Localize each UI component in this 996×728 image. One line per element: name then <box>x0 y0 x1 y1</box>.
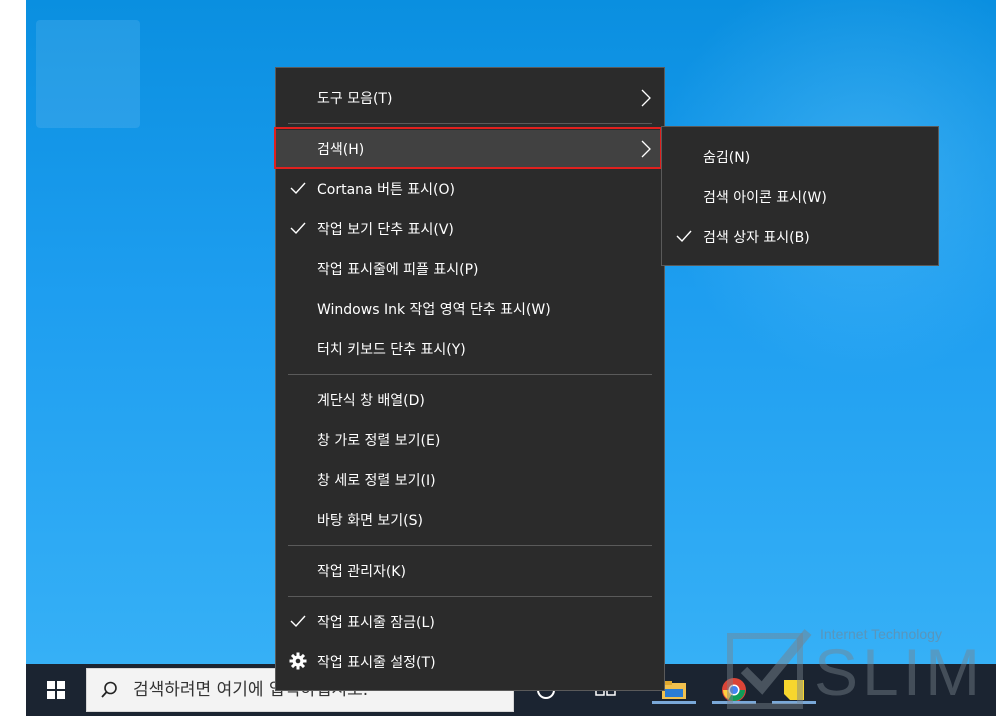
menu-item-label: 도구 모음(T) <box>317 91 393 107</box>
chevron-right-icon <box>641 89 651 107</box>
menu-separator <box>288 545 652 546</box>
taskbar-context-menu: 도구 모음(T) 검색(H) Cortana 버튼 표시(O) 작업 보기 단추… <box>275 67 665 691</box>
menu-item-label: 작업 관리자(K) <box>317 564 406 580</box>
menu-item-label: 작업 표시줄 잠금(L) <box>317 615 435 631</box>
menu-item-toolbars[interactable]: 도구 모음(T) <box>276 79 664 117</box>
submenu-item-show-search-icon[interactable]: 검색 아이콘 표시(W) <box>662 178 938 216</box>
checkmark-icon <box>290 615 306 628</box>
search-icon <box>87 680 131 700</box>
menu-separator <box>288 123 652 124</box>
menu-item-show-windows-side-by-side[interactable]: 창 세로 정렬 보기(I) <box>276 461 664 499</box>
start-button[interactable] <box>26 664 86 716</box>
menu-separator <box>288 374 652 375</box>
windows-logo-icon <box>47 681 65 699</box>
search-submenu: 숨김(N) 검색 아이콘 표시(W) 검색 상자 표시(B) <box>661 126 939 266</box>
menu-item-label: 작업 보기 단추 표시(V) <box>317 222 454 238</box>
menu-item-show-touch-keyboard[interactable]: 터치 키보드 단추 표시(Y) <box>276 330 664 368</box>
menu-item-cascade-windows[interactable]: 계단식 창 배열(D) <box>276 381 664 419</box>
menu-item-show-windows-ink[interactable]: Windows Ink 작업 영역 단추 표시(W) <box>276 290 664 328</box>
menu-item-show-cortana-button[interactable]: Cortana 버튼 표시(O) <box>276 170 664 208</box>
checkmark-icon <box>676 230 692 243</box>
menu-item-lock-taskbar[interactable]: 작업 표시줄 잠금(L) <box>276 603 664 641</box>
menu-item-label: 작업 표시줄에 피플 표시(P) <box>317 262 479 278</box>
menu-item-label: Cortana 버튼 표시(O) <box>317 182 455 198</box>
menu-separator <box>288 596 652 597</box>
checkmark-icon <box>290 222 306 235</box>
menu-item-label: 바탕 화면 보기(S) <box>317 513 423 529</box>
menu-item-label: 검색 상자 표시(B) <box>703 230 810 246</box>
desktop-tile-glow <box>36 20 140 128</box>
submenu-item-hidden[interactable]: 숨김(N) <box>662 138 938 176</box>
menu-item-show-task-view-button[interactable]: 작업 보기 단추 표시(V) <box>276 210 664 248</box>
menu-item-show-desktop[interactable]: 바탕 화면 보기(S) <box>276 501 664 539</box>
menu-item-label: 숨김(N) <box>703 150 751 166</box>
menu-item-label: Windows Ink 작업 영역 단추 표시(W) <box>317 302 551 318</box>
sticky-notes-icon[interactable] <box>772 676 816 704</box>
menu-item-label: 검색 아이콘 표시(W) <box>703 190 827 206</box>
gear-icon <box>289 652 307 670</box>
menu-item-label: 터치 키보드 단추 표시(Y) <box>317 342 466 358</box>
chrome-icon[interactable] <box>712 676 756 704</box>
menu-item-search[interactable]: 검색(H) <box>276 130 664 168</box>
menu-item-label: 창 세로 정렬 보기(I) <box>317 473 436 489</box>
chevron-right-icon <box>641 140 651 158</box>
checkmark-icon <box>290 182 306 195</box>
menu-item-label: 계단식 창 배열(D) <box>317 393 425 409</box>
menu-item-label: 창 가로 정렬 보기(E) <box>317 433 441 449</box>
menu-item-show-windows-stacked[interactable]: 창 가로 정렬 보기(E) <box>276 421 664 459</box>
menu-item-label: 작업 표시줄 설정(T) <box>317 655 436 671</box>
menu-item-task-manager[interactable]: 작업 관리자(K) <box>276 552 664 590</box>
menu-item-show-people[interactable]: 작업 표시줄에 피플 표시(P) <box>276 250 664 288</box>
menu-item-label: 검색(H) <box>317 142 365 158</box>
menu-item-taskbar-settings[interactable]: 작업 표시줄 설정(T) <box>276 643 664 681</box>
submenu-item-show-search-box[interactable]: 검색 상자 표시(B) <box>662 218 938 256</box>
